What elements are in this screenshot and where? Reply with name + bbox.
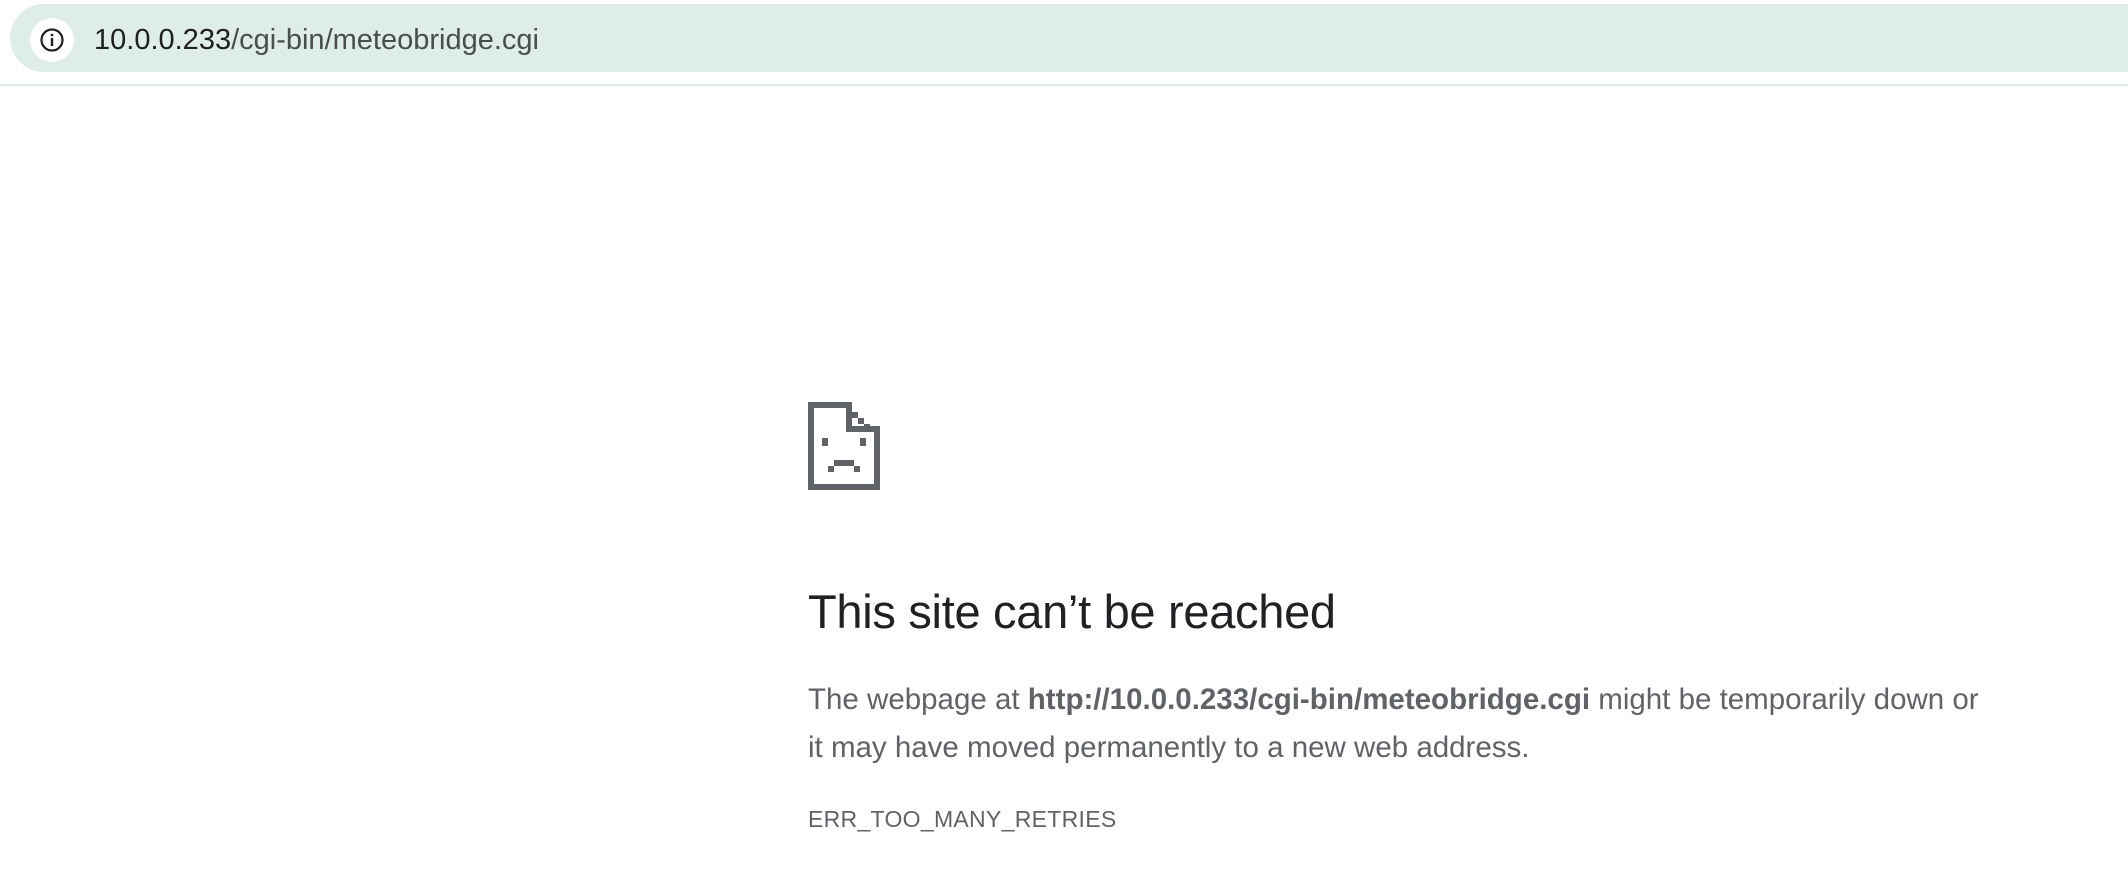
error-code: ERR_TOO_MANY_RETRIES	[808, 806, 1117, 832]
site-info-button[interactable]	[30, 18, 74, 62]
address-bar-url[interactable]: 10.0.0.233/cgi-bin/meteobridge.cgi	[94, 23, 539, 57]
address-bar[interactable]: 10.0.0.233/cgi-bin/meteobridge.cgi	[10, 4, 2128, 72]
info-circle-icon	[40, 28, 64, 52]
sad-document-icon	[808, 402, 880, 490]
url-path: /cgi-bin/meteobridge.cgi	[231, 24, 539, 56]
error-message: The webpage at http://10.0.0.233/cgi-bin…	[808, 676, 1988, 772]
message-url: http://10.0.0.233/cgi-bin/meteobridge.cg…	[1027, 683, 1591, 716]
url-host: 10.0.0.233	[94, 24, 232, 56]
error-heading: This site can’t be reached	[808, 585, 1336, 638]
browser-toolbar: 10.0.0.233/cgi-bin/meteobridge.cgi	[0, 0, 2128, 86]
message-prefix: The webpage at	[808, 683, 1028, 716]
